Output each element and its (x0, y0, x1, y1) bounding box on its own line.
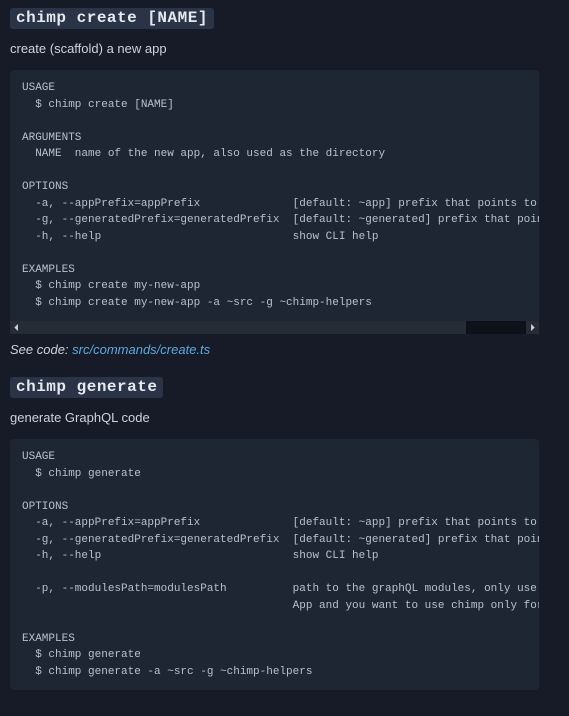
command-heading-create: chimp create [NAME] (10, 8, 214, 29)
command-desc-create: create (scaffold) a new app (10, 41, 539, 56)
codeblock-create: USAGE $ chimp create [NAME] ARGUMENTS NA… (10, 70, 539, 321)
command-heading-generate: chimp generate (10, 377, 163, 398)
scrollbar-thumb[interactable] (23, 321, 466, 334)
chevron-left-icon (13, 324, 20, 331)
codeblock-create-wrap: USAGE $ chimp create [NAME] ARGUMENTS NA… (10, 70, 539, 334)
scroll-left-button[interactable] (10, 321, 23, 334)
codeblock-generate-wrap: USAGE $ chimp generate OPTIONS -a, --app… (10, 439, 539, 690)
command-desc-generate: generate GraphQL code (10, 410, 539, 425)
chevron-right-icon (529, 324, 536, 331)
see-code-prefix: See code: (10, 342, 72, 357)
horizontal-scrollbar[interactable] (10, 321, 539, 334)
command-section-create: chimp create [NAME] create (scaffold) a … (10, 8, 539, 357)
scroll-right-button[interactable] (526, 321, 539, 334)
scrollbar-track[interactable] (23, 321, 526, 334)
codeblock-generate: USAGE $ chimp generate OPTIONS -a, --app… (10, 439, 539, 690)
command-section-generate: chimp generate generate GraphQL code USA… (10, 377, 539, 690)
see-code-link[interactable]: src/commands/create.ts (72, 342, 210, 357)
see-code-line: See code: src/commands/create.ts (10, 342, 539, 357)
